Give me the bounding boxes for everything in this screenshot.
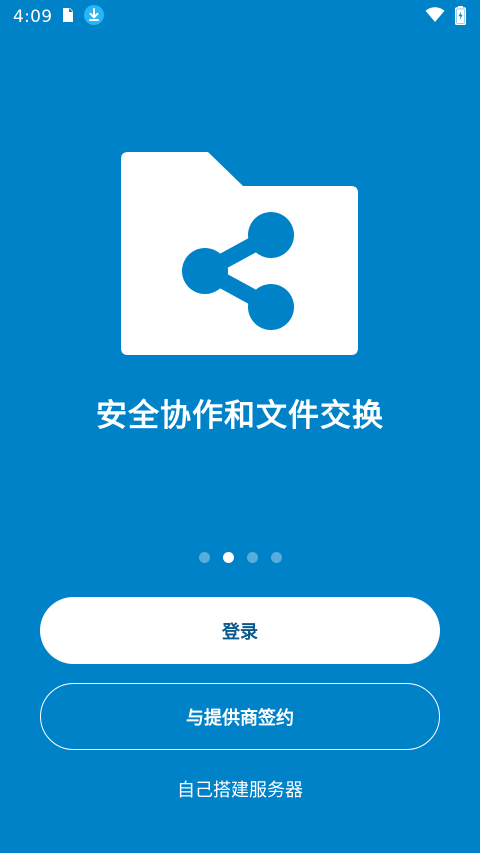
status-bar: 4:09 — [0, 0, 480, 34]
status-left: 4:09 — [13, 5, 105, 29]
status-right — [425, 5, 466, 29]
download-icon — [84, 5, 105, 29]
host-own-server-link[interactable]: 自己搭建服务器 — [0, 776, 480, 802]
pager-dot[interactable] — [246, 552, 258, 563]
sign-up-with-provider-button[interactable]: 与提供商签约 — [40, 683, 440, 750]
sim-card-icon — [62, 7, 74, 27]
folder-share-icon — [121, 152, 359, 356]
login-welcome-screen: 4:09 安全协作和文件交换 登录 与提供商签约 自己搭建服务器 — [0, 0, 480, 853]
login-button[interactable]: 登录 — [40, 597, 440, 664]
pager-dot[interactable] — [198, 552, 210, 563]
status-time: 4:09 — [13, 7, 53, 27]
provider-button-label: 与提供商签约 — [186, 707, 294, 729]
wifi-icon — [425, 7, 445, 27]
pager-dot-active[interactable] — [222, 552, 234, 563]
battery-charging-icon — [455, 5, 466, 29]
pager-indicator — [0, 552, 480, 563]
login-button-label: 登录 — [222, 621, 258, 643]
tagline: 安全协作和文件交换 — [96, 398, 384, 434]
pager-dot[interactable] — [270, 552, 282, 563]
